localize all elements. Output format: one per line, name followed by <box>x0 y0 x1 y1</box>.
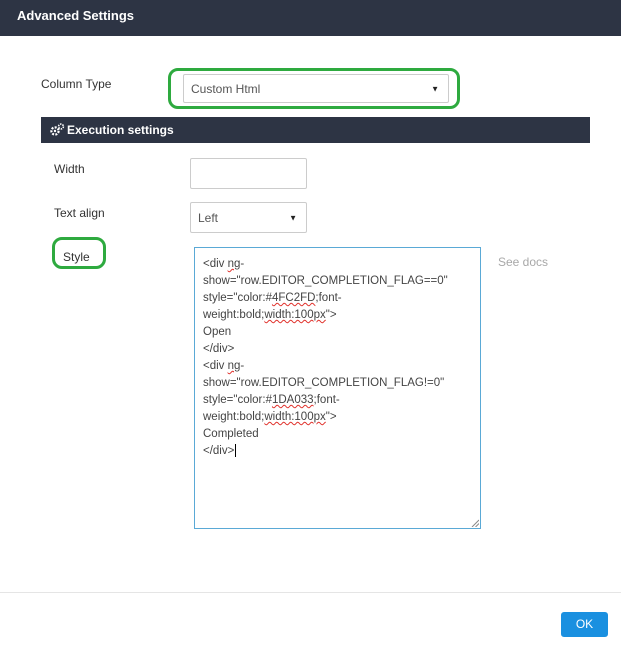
style-line: style="color:#4FC2FD;font- <box>203 292 342 304</box>
style-line: <div ng- <box>203 360 245 372</box>
style-line-text: </div> <box>203 445 235 457</box>
text-align-select[interactable]: Left ▼ <box>190 202 307 233</box>
style-line: </div> <box>203 343 235 355</box>
footer-divider <box>0 592 621 593</box>
column-type-label: Column Type <box>41 77 112 91</box>
width-input[interactable] <box>190 158 307 189</box>
dialog-header: Advanced Settings <box>0 0 621 36</box>
text-cursor <box>235 444 237 458</box>
style-label: Style <box>63 250 90 264</box>
text-align-value: Left <box>198 210 219 225</box>
execution-settings-title: Execution settings <box>67 123 174 137</box>
style-line: </div> <box>203 443 472 460</box>
text-align-label: Text align <box>54 206 105 220</box>
style-textarea[interactable]: <div ng- show="row.EDITOR_COMPLETION_FLA… <box>194 247 481 529</box>
column-type-value: Custom Html <box>191 81 261 96</box>
column-type-select[interactable]: Custom Html ▼ <box>183 74 449 103</box>
execution-settings-header: Execution settings <box>41 117 590 143</box>
ok-button[interactable]: OK <box>561 612 608 637</box>
style-line: Completed <box>203 428 259 440</box>
caret-down-icon: ▼ <box>289 213 297 222</box>
style-line: show="row.EDITOR_COMPLETION_FLAG!=0" <box>203 377 445 389</box>
gears-icon <box>50 123 65 136</box>
style-line: weight:bold;width:100px"> <box>203 309 337 321</box>
style-line: <div ng- <box>203 258 245 270</box>
style-line: Open <box>203 326 232 338</box>
dialog-title: Advanced Settings <box>17 8 135 23</box>
style-line: style="color:#1DA033;font- <box>203 394 340 406</box>
style-line: weight:bold;width:100px"> <box>203 411 337 423</box>
width-label: Width <box>54 162 85 176</box>
caret-down-icon: ▼ <box>431 84 439 93</box>
see-docs-link[interactable]: See docs <box>498 255 548 269</box>
resize-grip-icon[interactable] <box>471 519 479 527</box>
style-line: show="row.EDITOR_COMPLETION_FLAG==0" <box>203 275 448 287</box>
